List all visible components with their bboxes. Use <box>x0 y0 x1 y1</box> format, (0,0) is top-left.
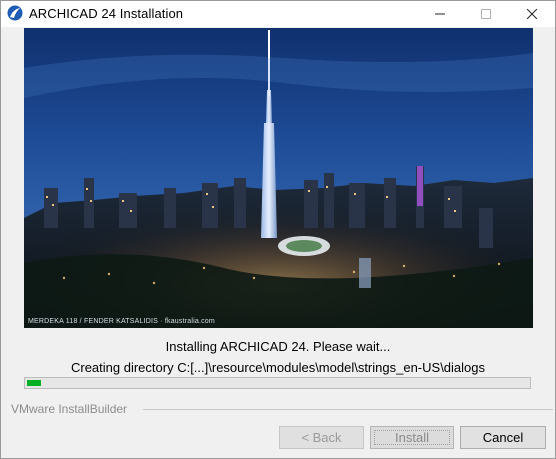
close-icon <box>527 9 537 19</box>
install-status-heading: Installing ARCHICAD 24. Please wait... <box>165 339 391 354</box>
title-bar[interactable]: ARCHICAD 24 Installation <box>1 1 555 27</box>
close-button[interactable] <box>509 1 555 27</box>
minimize-button[interactable] <box>417 1 463 27</box>
install-status-detail: Creating directory C:[...]\resource\modu… <box>70 360 485 375</box>
brand-separator: VMware InstallBuilder <box>1 402 555 416</box>
installer-window: ARCHICAD 24 Installation MERDEKA 118 / F… <box>0 0 556 459</box>
separator-line <box>143 409 553 410</box>
install-progress-bar <box>24 377 531 389</box>
maximize-icon <box>481 9 491 19</box>
progress-fill <box>27 380 41 386</box>
archicad-app-icon <box>7 5 23 21</box>
focus-rect <box>374 430 450 445</box>
install-button[interactable]: Install <box>370 426 454 449</box>
city-night-photo <box>24 28 533 328</box>
minimize-icon <box>435 13 445 15</box>
banner-image: MERDEKA 118 / FENDER KATSALIDIS · fkaust… <box>24 28 533 328</box>
photo-caption: MERDEKA 118 / FENDER KATSALIDIS · fkaust… <box>28 318 215 325</box>
installer-body: MERDEKA 118 / FENDER KATSALIDIS · fkaust… <box>1 27 555 458</box>
installbuilder-brand: VMware InstallBuilder <box>11 402 128 416</box>
back-button[interactable]: < Back <box>279 426 364 449</box>
maximize-button[interactable] <box>463 1 509 27</box>
window-title: ARCHICAD 24 Installation <box>29 6 184 21</box>
cancel-button[interactable]: Cancel <box>460 426 546 449</box>
